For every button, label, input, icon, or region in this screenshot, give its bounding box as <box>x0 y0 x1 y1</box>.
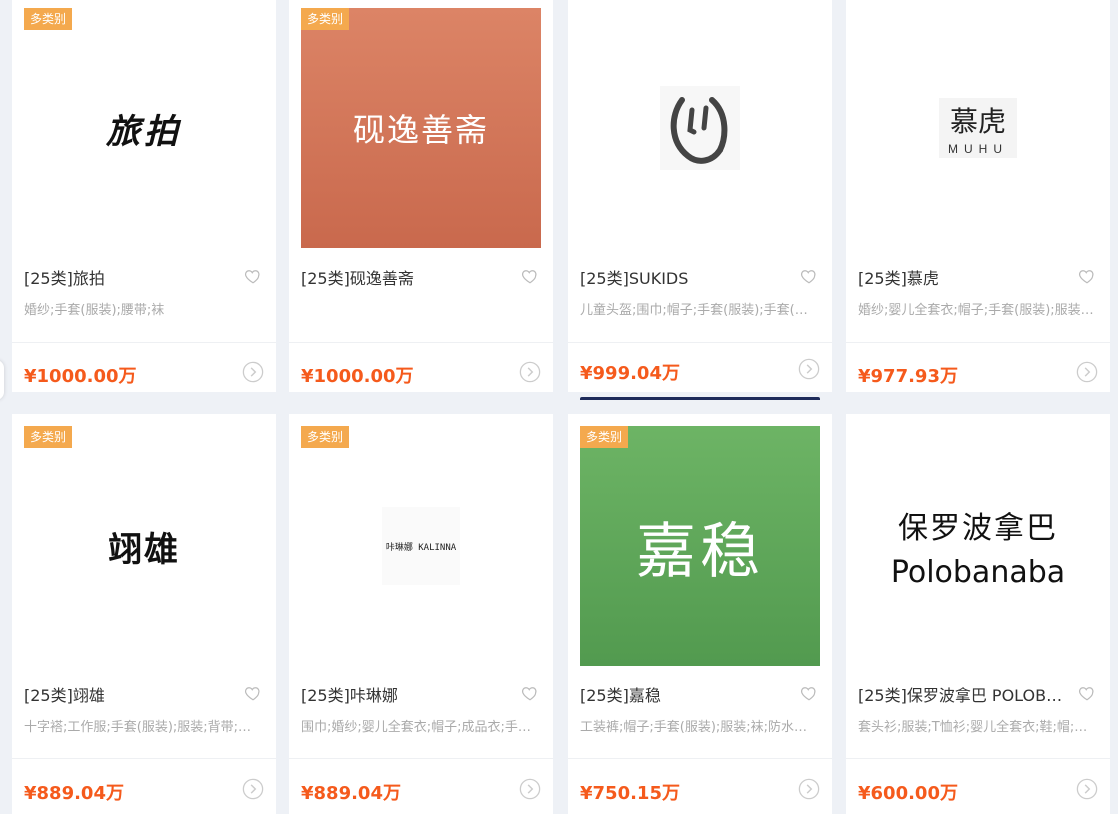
trademark-price: ¥889.04万 <box>301 783 401 804</box>
trademark-logo[interactable]: 咔琳娜 KALINNA <box>301 426 541 666</box>
trademark-categories: 婚纱;婴儿全套衣;帽子;手套(服装);服装… <box>858 303 1094 318</box>
chevron-circle-icon[interactable] <box>798 778 820 800</box>
heart-icon[interactable] <box>1078 684 1096 702</box>
logo-text: 咔琳娜 KALINNA <box>385 542 457 553</box>
trademark-price: ¥999.04万 <box>580 363 680 384</box>
divider <box>568 758 832 759</box>
multi-category-badge: 多类别 <box>24 8 72 30</box>
chevron-circle-icon[interactable] <box>1076 778 1098 800</box>
trademark-price: ¥600.00万 <box>858 783 958 804</box>
heart-icon[interactable] <box>800 684 818 702</box>
trademark-title[interactable]: [25类]慕虎 <box>858 265 1058 289</box>
trademark-logo[interactable]: 慕虎 MUHU <box>858 8 1098 248</box>
logo-text: 慕虎 <box>949 105 1006 138</box>
divider <box>846 758 1110 759</box>
muhu-logo: 慕虎 MUHU <box>939 98 1017 158</box>
trademark-title[interactable]: [25类]翊雄 <box>24 682 224 706</box>
trademark-categories: 婚纱;手套(服装);腰带;袜 <box>24 303 165 318</box>
divider <box>568 342 832 343</box>
logo-text: 翊雄 <box>108 529 180 570</box>
divider <box>289 758 553 759</box>
trademark-categories: 围巾;婚纱;婴儿全套衣;帽子;成品衣;手… <box>301 720 531 735</box>
chevron-circle-icon[interactable] <box>242 778 264 800</box>
trademark-card[interactable]: 多类别 砚逸善斋 [25类]砚逸善斋 ¥1000.00万 <box>289 0 553 392</box>
trademark-price: ¥889.04万 <box>24 783 124 804</box>
hover-action-bar[interactable] <box>580 397 820 400</box>
trademark-title[interactable]: [25类]旅拍 <box>24 265 224 289</box>
multi-category-badge: 多类别 <box>301 8 349 30</box>
trademark-title[interactable]: [25类]嘉稳 <box>580 682 780 706</box>
trademark-price: ¥750.15万 <box>580 783 680 804</box>
trademark-categories: 儿童头盔;围巾;帽子;手套(服装);手套(… <box>580 303 808 318</box>
heart-icon[interactable] <box>244 684 262 702</box>
trademark-card[interactable]: [25类]SUKIDS 儿童头盔;围巾;帽子;手套(服装);手套(… ¥999.… <box>568 0 832 400</box>
heart-icon[interactable] <box>244 267 262 285</box>
trademark-logo[interactable] <box>580 8 820 248</box>
trademark-logo[interactable]: 翊雄 <box>24 426 264 666</box>
trademark-categories: 工装裤;帽子;手套(服装);服装;袜;防水… <box>580 720 808 735</box>
heart-icon[interactable] <box>521 684 539 702</box>
chevron-circle-icon[interactable] <box>1076 361 1098 383</box>
trademark-title[interactable]: [25类]砚逸善斋 <box>301 265 501 289</box>
trademark-card[interactable]: 多类别 咔琳娜 KALINNA [25类]咔琳娜 围巾;婚纱;婴儿全套衣;帽子;… <box>289 414 553 814</box>
trademark-card[interactable]: 多类别 翊雄 [25类]翊雄 十字褡;工作服;手套(服装);服装;背带;… ¥8… <box>12 414 276 814</box>
logo-text: 砚逸善斋 <box>352 111 489 149</box>
trademark-grid: 多类别 旅拍 [25类]旅拍 婚纱;手套(服装);腰带;袜 ¥1000.00万 … <box>0 0 1118 814</box>
multi-category-badge: 多类别 <box>24 426 72 448</box>
trademark-card[interactable]: 保罗波拿巴 Polobanaba [25类]保罗波拿巴 POLOB… 套头衫;服… <box>846 414 1110 814</box>
multi-category-badge: 多类别 <box>580 426 628 448</box>
trademark-logo[interactable]: 嘉稳 <box>580 426 820 666</box>
trademark-logo[interactable]: 保罗波拿巴 Polobanaba <box>858 426 1098 666</box>
heart-icon[interactable] <box>521 267 539 285</box>
divider <box>12 342 276 343</box>
divider <box>846 342 1110 343</box>
multi-category-badge: 多类别 <box>301 426 349 448</box>
trademark-price: ¥1000.00万 <box>301 366 414 387</box>
chevron-circle-icon[interactable] <box>519 778 541 800</box>
trademark-categories: 套头衫;服装;T恤衫;婴儿全套衣;鞋;帽;… <box>858 720 1088 735</box>
divider <box>289 342 553 343</box>
logo-text: 保罗波拿巴 <box>898 510 1058 546</box>
kalinna-logo: 咔琳娜 KALINNA <box>382 507 460 585</box>
trademark-card[interactable]: 慕虎 MUHU [25类]慕虎 婚纱;婴儿全套衣;帽子;手套(服装);服装… ¥… <box>846 0 1110 392</box>
trademark-title[interactable]: [25类]保罗波拿巴 POLOB… <box>858 682 1068 706</box>
trademark-title[interactable]: [25类]咔琳娜 <box>301 682 501 706</box>
divider <box>12 758 276 759</box>
heart-icon[interactable] <box>1078 267 1096 285</box>
logo-subtext: Polobanaba <box>890 554 1066 590</box>
logo-text: 嘉稳 <box>636 516 764 587</box>
logo-text: 旅拍 <box>106 111 182 152</box>
trademark-price: ¥1000.00万 <box>24 366 137 387</box>
trademark-card[interactable]: 多类别 旅拍 [25类]旅拍 婚纱;手套(服装);腰带;袜 ¥1000.00万 <box>12 0 276 392</box>
sukids-face-logo <box>660 86 740 170</box>
trademark-logo[interactable]: 旅拍 <box>24 8 264 248</box>
chevron-circle-icon[interactable] <box>798 358 820 380</box>
trademark-logo[interactable]: 砚逸善斋 <box>301 8 541 248</box>
logo-subtext: MUHU <box>948 142 1008 156</box>
trademark-price: ¥977.93万 <box>858 366 958 387</box>
chevron-circle-icon[interactable] <box>242 361 264 383</box>
heart-icon[interactable] <box>800 267 818 285</box>
trademark-title[interactable]: [25类]SUKIDS <box>580 265 780 289</box>
trademark-card[interactable]: 多类别 嘉稳 [25类]嘉稳 工装裤;帽子;手套(服装);服装;袜;防水… ¥7… <box>568 414 832 814</box>
chevron-circle-icon[interactable] <box>519 361 541 383</box>
trademark-categories: 十字褡;工作服;手套(服装);服装;背带;… <box>24 720 252 735</box>
